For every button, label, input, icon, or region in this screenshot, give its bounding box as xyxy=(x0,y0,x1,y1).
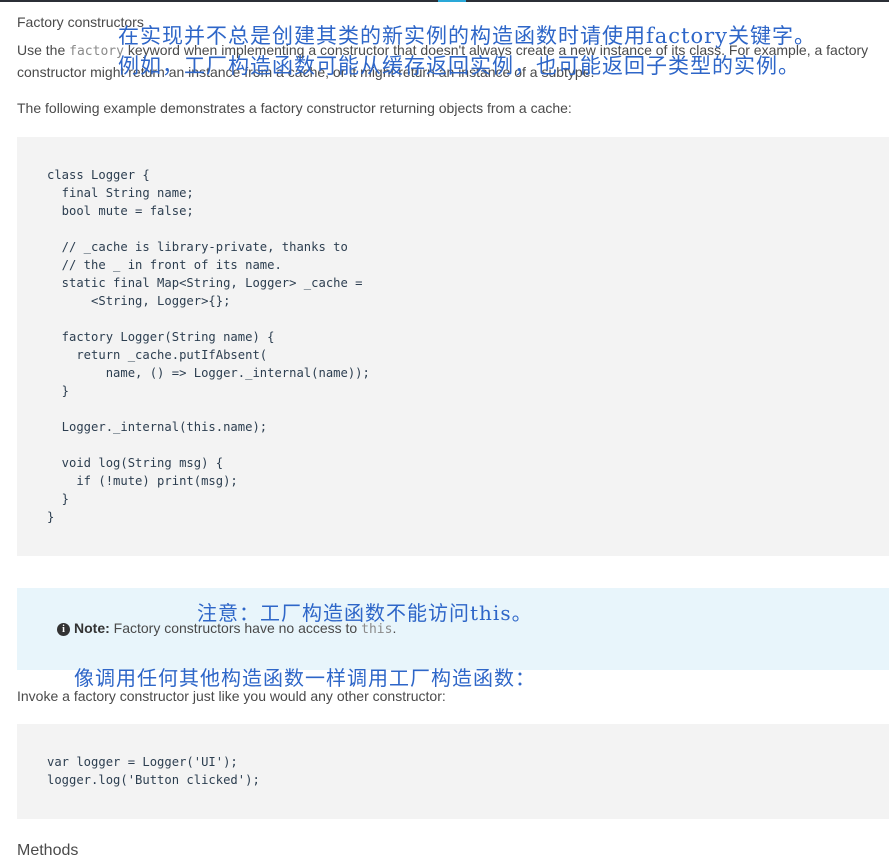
note-callout: i Note: Factory constructors have no acce… xyxy=(17,588,889,670)
code-logger-source: class Logger { final String name; bool m… xyxy=(47,168,370,524)
intro-text-start: Use the xyxy=(17,42,70,58)
intro-text-end: keyword when implementing a constructor … xyxy=(17,42,869,80)
section-heading-factory-constructors: Factory constructors xyxy=(17,14,144,30)
inline-code-factory: factory xyxy=(69,44,124,59)
note-label: Note: xyxy=(74,620,110,636)
example-intro-paragraph: The following example demonstrates a fac… xyxy=(17,100,572,116)
info-icon: i xyxy=(57,622,70,636)
intro-paragraph: Use the factory keyword when implementin… xyxy=(17,40,877,82)
code-block-logger[interactable]: class Logger { final String name; bool m… xyxy=(17,137,889,556)
inline-code-this: this xyxy=(361,622,393,637)
section-heading-methods: Methods xyxy=(17,842,79,859)
note-end: . xyxy=(392,620,397,636)
note-text: Factory constructors have no access to xyxy=(109,620,362,636)
top-bar-active-indicator xyxy=(438,0,466,2)
code-block-usage[interactable]: var logger = Logger('UI'); logger.log('B… xyxy=(17,724,889,819)
note-line: i Note: Factory constructors have no acce… xyxy=(57,620,396,637)
invoke-paragraph: Invoke a factory constructor just like y… xyxy=(17,688,446,704)
code-usage-source: var logger = Logger('UI'); logger.log('B… xyxy=(47,755,260,787)
